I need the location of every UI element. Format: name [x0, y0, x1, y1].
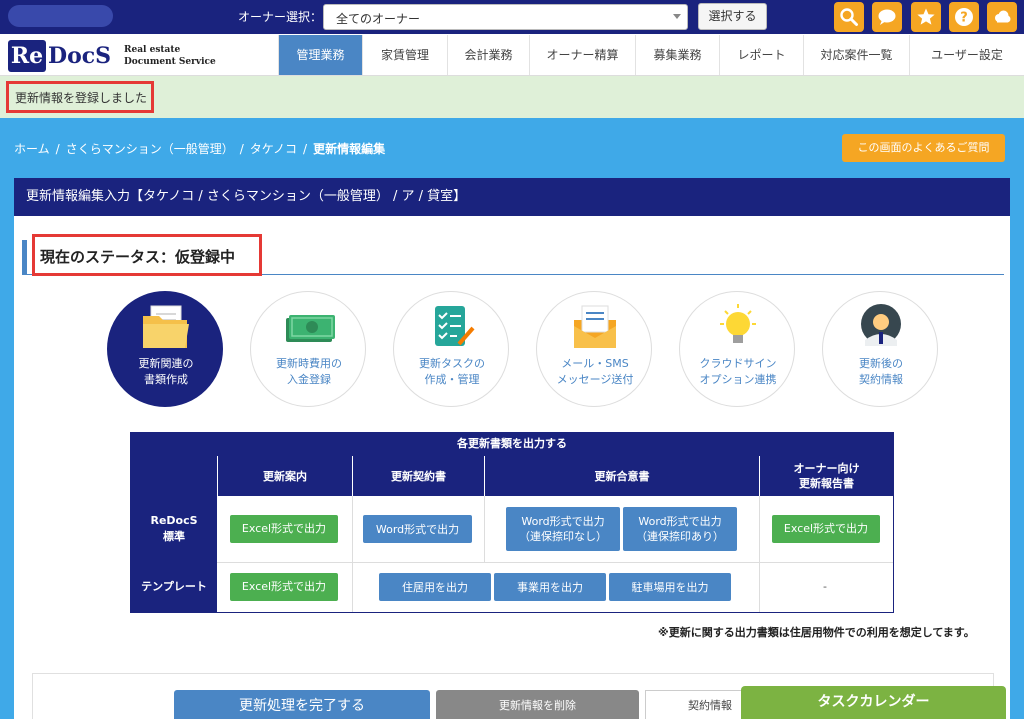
col-divider-3 [759, 496, 760, 612]
step-payment-label: 更新時費用の 入金登録 [276, 357, 342, 386]
step-cloudsign-label: クラウドサイン オプション連携 [699, 357, 777, 386]
step-payment[interactable]: 更新時費用の 入金登録 [250, 291, 366, 407]
delete-update-button[interactable]: 更新情報を削除 [436, 690, 639, 719]
breadcrumb-home[interactable]: ホーム [14, 142, 50, 156]
col-divider-1 [352, 496, 353, 612]
checklist-icon [435, 306, 475, 346]
row-divider [217, 562, 893, 563]
step-tasks-label: 更新タスクの 作成・管理 [419, 357, 485, 386]
person-icon [861, 304, 901, 346]
folder-icon [143, 305, 189, 348]
svg-text:?: ? [960, 11, 968, 26]
nav-tab-management[interactable]: 管理業務 [278, 35, 362, 75]
nav-tab-user-settings[interactable]: ユーザー設定 [909, 35, 1024, 75]
word-agreement-stamp-line1: Word形式で出力 [638, 515, 722, 528]
row-header-standard-line2: 標準 [163, 530, 185, 543]
header-corner [131, 456, 217, 496]
word-contract-button[interactable]: Word形式で出力 [363, 515, 472, 543]
select-owner-button[interactable]: 選択する [698, 3, 767, 30]
excel-owner-report-button[interactable]: Excel形式で出力 [772, 515, 880, 543]
header-owner-report-line1: オーナー向け [793, 462, 860, 475]
status-accent [22, 240, 27, 274]
owner-select-label: オーナー選択： [238, 10, 323, 24]
mail-icon [574, 305, 616, 348]
word-agreement-no-stamp-button[interactable]: Word形式で出力 （連保捺印なし） [506, 507, 620, 551]
output-note: ※更新に関する出力書類は住居用物件での利用を想定してます。 [658, 626, 975, 639]
nav-tab-report[interactable]: レポート [719, 35, 803, 75]
faq-button[interactable]: この画面のよくあるご質問 [842, 134, 1005, 162]
logo-re[interactable]: Re [8, 40, 46, 72]
cloud-icon[interactable] [987, 2, 1017, 32]
parking-output-button[interactable]: 駐車場用を出力 [609, 573, 731, 601]
word-agreement-no-stamp-line2: （連保捺印なし） [519, 530, 607, 543]
word-agreement-stamp-button[interactable]: Word形式で出力 （連保捺印あり） [623, 507, 737, 551]
step-documents[interactable]: 更新関連の 書類作成 [107, 291, 223, 407]
task-calendar-button[interactable]: タスクカレンダー [741, 686, 1006, 719]
header-owner-report-line2: 更新報告書 [799, 477, 854, 490]
star-icon[interactable] [911, 2, 941, 32]
excel-notice-button[interactable]: Excel形式で出力 [230, 515, 338, 543]
nav-tab-rent[interactable]: 家賃管理 [362, 35, 447, 75]
residential-output-button[interactable]: 住居用を出力 [379, 573, 491, 601]
breadcrumb-tenant[interactable]: タケノコ [250, 142, 297, 156]
step-cloudsign[interactable]: クラウドサイン オプション連携 [679, 291, 795, 407]
header-owner-report: オーナー向け 更新報告書 [759, 456, 893, 496]
header-agreement: 更新合意書 [484, 456, 759, 496]
owner-select[interactable]: 全てのオーナー [323, 4, 688, 30]
col-divider-2 [484, 496, 485, 562]
step-contract-info[interactable]: 更新後の 契約情報 [822, 291, 938, 407]
logo-docs[interactable]: DocS [48, 40, 111, 72]
excel-template-button[interactable]: Excel形式で出力 [230, 573, 338, 601]
user-pill[interactable] [8, 5, 113, 27]
panel-title: 更新情報編集入力【タケノコ / さくらマンション（一般管理） / ア / 貸室】 [14, 178, 1010, 216]
row-header-standard: ReDocS 標準 [131, 496, 217, 562]
owner-report-template-empty: - [823, 580, 827, 593]
nav-tab-recruitment[interactable]: 募集業務 [635, 35, 719, 75]
step-mail-label: メール・SMS メッセージ送付 [556, 357, 634, 386]
word-agreement-stamp-line2: （連保捺印あり） [636, 530, 724, 543]
logo-tagline-line2: Document Service [124, 57, 216, 67]
complete-update-button[interactable]: 更新処理を完了する [174, 690, 430, 719]
breadcrumb: ホーム / さくらマンション（一般管理） / タケノコ / 更新情報編集 [14, 142, 386, 156]
money-icon [286, 315, 335, 342]
nav-tab-owner-settlement[interactable]: オーナー精算 [529, 35, 635, 75]
step-documents-label: 更新関連の 書類作成 [138, 357, 194, 386]
nav-tab-cases[interactable]: 対応案件一覧 [803, 35, 909, 75]
nav-tab-accounting[interactable]: 会計業務 [447, 35, 529, 75]
flash-message: 更新情報を登録しました [6, 81, 154, 113]
row-header-template: テンプレート [131, 562, 217, 612]
header-contract: 更新契約書 [352, 456, 484, 496]
logo-tagline-line1: Real estate [124, 45, 181, 55]
owner-select-value: 全てのオーナー [336, 12, 421, 26]
status-heading: 現在のステータス：仮登録中 [32, 234, 262, 276]
search-icon[interactable] [834, 2, 864, 32]
breadcrumb-current: 更新情報編集 [313, 142, 386, 156]
row-header-standard-line1: ReDocS [150, 514, 198, 527]
help-icon[interactable]: ? [949, 2, 979, 32]
step-mail[interactable]: メール・SMS メッセージ送付 [536, 291, 652, 407]
business-output-button[interactable]: 事業用を出力 [494, 573, 606, 601]
main-nav: 管理業務 家賃管理 会計業務 オーナー精算 募集業務 レポート 対応案件一覧 ユ… [278, 35, 1024, 75]
step-tasks[interactable]: 更新タスクの 作成・管理 [393, 291, 509, 407]
breadcrumb-property[interactable]: さくらマンション（一般管理） [66, 142, 234, 156]
header-notice: 更新案内 [217, 456, 352, 496]
logo-tagline: Real estate Document Service [124, 44, 216, 68]
chevron-down-icon [673, 14, 681, 19]
lightbulb-icon [720, 304, 756, 343]
chat-icon[interactable] [872, 2, 902, 32]
word-agreement-no-stamp-line1: Word形式で出力 [521, 515, 605, 528]
step-contract-info-label: 更新後の 契約情報 [859, 357, 903, 386]
output-table-caption: 各更新書類を出力する [130, 432, 894, 456]
